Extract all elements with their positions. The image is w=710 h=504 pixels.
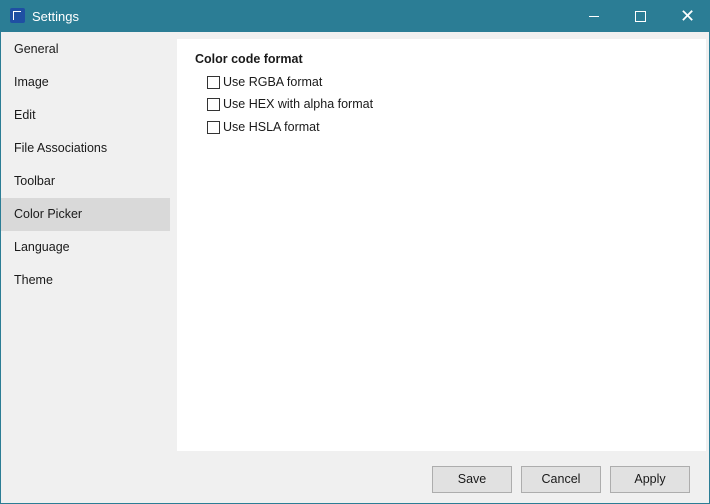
rgba-format-label[interactable]: Use RGBA format	[223, 75, 322, 89]
apply-button[interactable]: Apply	[610, 466, 690, 493]
hsla-format-label[interactable]: Use HSLA format	[223, 120, 320, 134]
hex-alpha-format-checkbox[interactable]	[207, 98, 220, 111]
sidebar-item-color-picker[interactable]: Color Picker	[1, 198, 170, 231]
cancel-button[interactable]: Cancel	[521, 466, 601, 493]
content-panel: Color code format Use RGBA format Use HE…	[177, 39, 706, 451]
settings-window: Settings ✕ General Image Edit File Assoc…	[0, 0, 710, 504]
title-bar[interactable]: Settings ✕	[1, 1, 709, 32]
maximize-icon	[635, 11, 646, 22]
minimize-icon	[589, 16, 599, 17]
section-title: Color code format	[195, 52, 303, 66]
app-icon	[10, 8, 25, 23]
window-title: Settings	[32, 9, 79, 24]
close-button[interactable]: ✕	[663, 1, 709, 32]
sidebar-item-image[interactable]: Image	[1, 66, 170, 99]
sidebar-item-toolbar[interactable]: Toolbar	[1, 165, 170, 198]
minimize-button[interactable]	[571, 1, 617, 32]
sidebar: General Image Edit File Associations Too…	[1, 32, 170, 332]
hex-alpha-format-label[interactable]: Use HEX with alpha format	[223, 97, 373, 111]
close-icon: ✕	[680, 6, 696, 27]
save-button[interactable]: Save	[432, 466, 512, 493]
sidebar-item-file-associations[interactable]: File Associations	[1, 132, 170, 165]
hsla-format-checkbox[interactable]	[207, 121, 220, 134]
sidebar-item-edit[interactable]: Edit	[1, 99, 170, 132]
maximize-button[interactable]	[617, 1, 663, 32]
sidebar-item-language[interactable]: Language	[1, 231, 170, 264]
sidebar-item-general[interactable]: General	[1, 33, 170, 66]
rgba-format-checkbox[interactable]	[207, 76, 220, 89]
sidebar-item-theme[interactable]: Theme	[1, 264, 170, 297]
